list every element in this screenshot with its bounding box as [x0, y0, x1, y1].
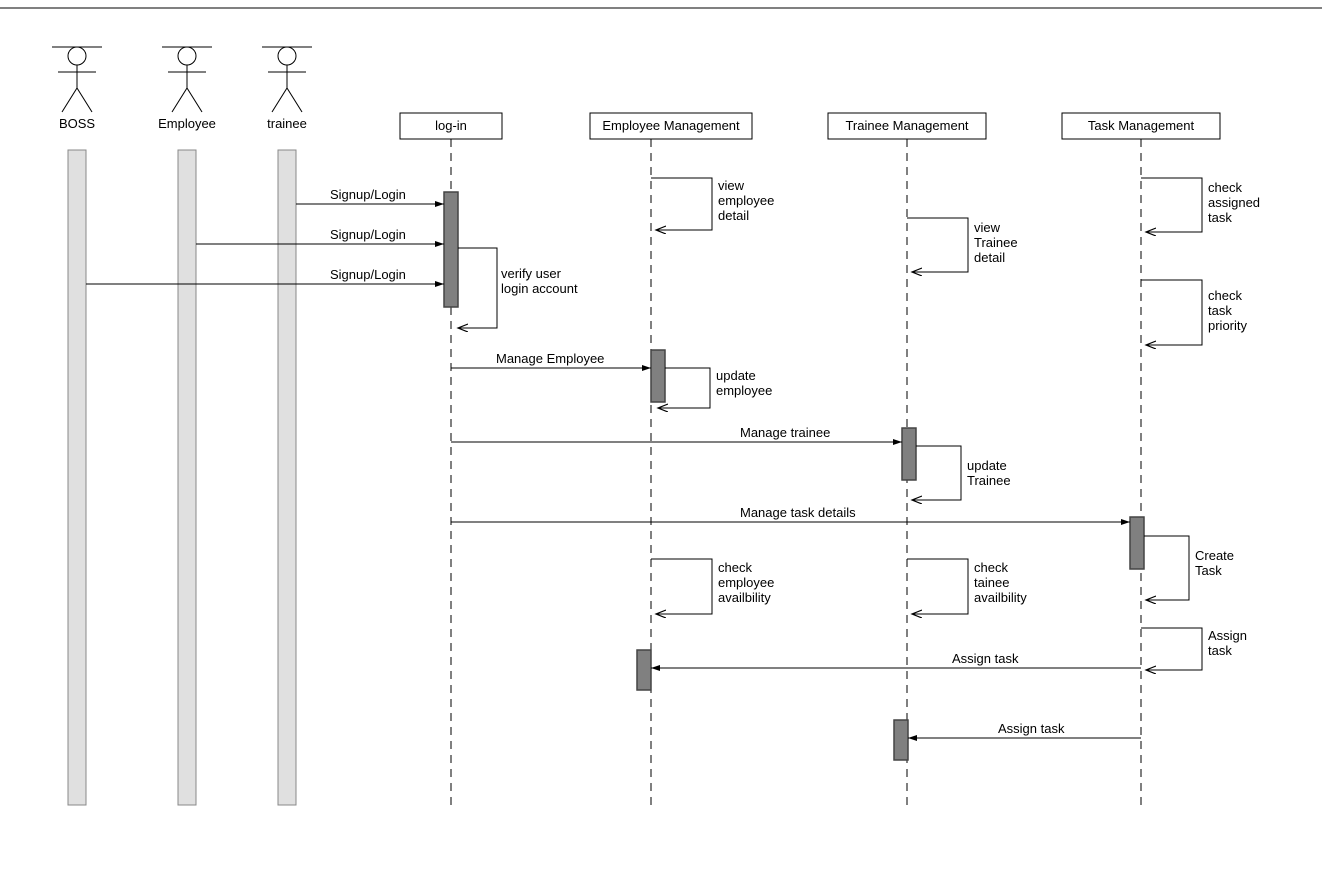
svg-text:availbility: availbility: [718, 590, 771, 605]
svg-text:Create: Create: [1195, 548, 1234, 563]
svg-text:Trainee: Trainee: [967, 473, 1011, 488]
selfmsg-update-emp: [658, 368, 710, 408]
svg-text:update: update: [716, 368, 756, 383]
svg-text:detail: detail: [974, 250, 1005, 265]
svg-text:view: view: [718, 178, 745, 193]
lifeline-employee: [178, 150, 196, 805]
lifeline-boss: [68, 150, 86, 805]
activation-trn-mgmt: [902, 428, 916, 480]
selfmsg-check-assigned: [1141, 178, 1202, 232]
svg-text:verify user: verify user: [501, 266, 562, 281]
actor-boss: BOSS: [52, 47, 102, 131]
svg-text:Trainee: Trainee: [974, 235, 1018, 250]
msg-assign-trn-label: Assign task: [998, 721, 1065, 736]
msg-signup-employee-label: Signup/Login: [330, 227, 406, 242]
activation-trn-assign: [894, 720, 908, 760]
svg-text:employee: employee: [718, 193, 774, 208]
selfmsg-check-emp-avail: [651, 559, 712, 614]
actor-trainee-label: trainee: [267, 116, 307, 131]
object-task-mgmt-label: Task Management: [1088, 118, 1195, 133]
object-emp-mgmt-label: Employee Management: [602, 118, 740, 133]
lifeline-trainee: [278, 150, 296, 805]
svg-text:employee: employee: [718, 575, 774, 590]
svg-text:priority: priority: [1208, 318, 1248, 333]
svg-text:login account: login account: [501, 281, 578, 296]
object-login-label: log-in: [435, 118, 467, 133]
object-trn-mgmt-label: Trainee Management: [845, 118, 968, 133]
actor-employee-label: Employee: [158, 116, 216, 131]
selfmsg-verify: [458, 248, 497, 328]
msg-manage-trn-label: Manage trainee: [740, 425, 830, 440]
msg-assign-emp-label: Assign task: [952, 651, 1019, 666]
svg-text:Assign: Assign: [1208, 628, 1247, 643]
svg-text:check: check: [1208, 180, 1242, 195]
svg-text:Task: Task: [1195, 563, 1222, 578]
activation-task-mgmt: [1130, 517, 1144, 569]
sequence-diagram: BOSS Employee trainee log-in Employee Ma…: [0, 0, 1322, 871]
selfmsg-check-priority: [1141, 280, 1202, 345]
msg-manage-emp-label: Manage Employee: [496, 351, 604, 366]
svg-text:check: check: [1208, 288, 1242, 303]
svg-text:task: task: [1208, 303, 1232, 318]
selfmsg-check-trn-avail: [907, 559, 968, 614]
svg-text:task: task: [1208, 210, 1232, 225]
actor-employee: Employee: [158, 47, 216, 131]
selfmsg-create-task: [1144, 536, 1189, 600]
svg-text:availbility: availbility: [974, 590, 1027, 605]
actor-boss-label: BOSS: [59, 116, 95, 131]
svg-text:view: view: [974, 220, 1001, 235]
svg-text:task: task: [1208, 643, 1232, 658]
activation-login: [444, 192, 458, 307]
selfmsg-update-trn: [912, 446, 961, 500]
svg-text:assigned: assigned: [1208, 195, 1260, 210]
activation-emp-mgmt: [651, 350, 665, 402]
selfmsg-assign-task: [1141, 628, 1202, 670]
selfmsg-view-trn: [907, 218, 968, 272]
selfmsg-view-emp: [651, 178, 712, 230]
svg-text:update: update: [967, 458, 1007, 473]
svg-text:tainee: tainee: [974, 575, 1009, 590]
msg-manage-task-label: Manage task details: [740, 505, 856, 520]
msg-signup-boss-label: Signup/Login: [330, 267, 406, 282]
svg-text:employee: employee: [716, 383, 772, 398]
actor-trainee: trainee: [262, 47, 312, 131]
svg-text:detail: detail: [718, 208, 749, 223]
svg-text:check: check: [974, 560, 1008, 575]
activation-emp-assign: [637, 650, 651, 690]
msg-signup-trainee-label: Signup/Login: [330, 187, 406, 202]
svg-text:check: check: [718, 560, 752, 575]
